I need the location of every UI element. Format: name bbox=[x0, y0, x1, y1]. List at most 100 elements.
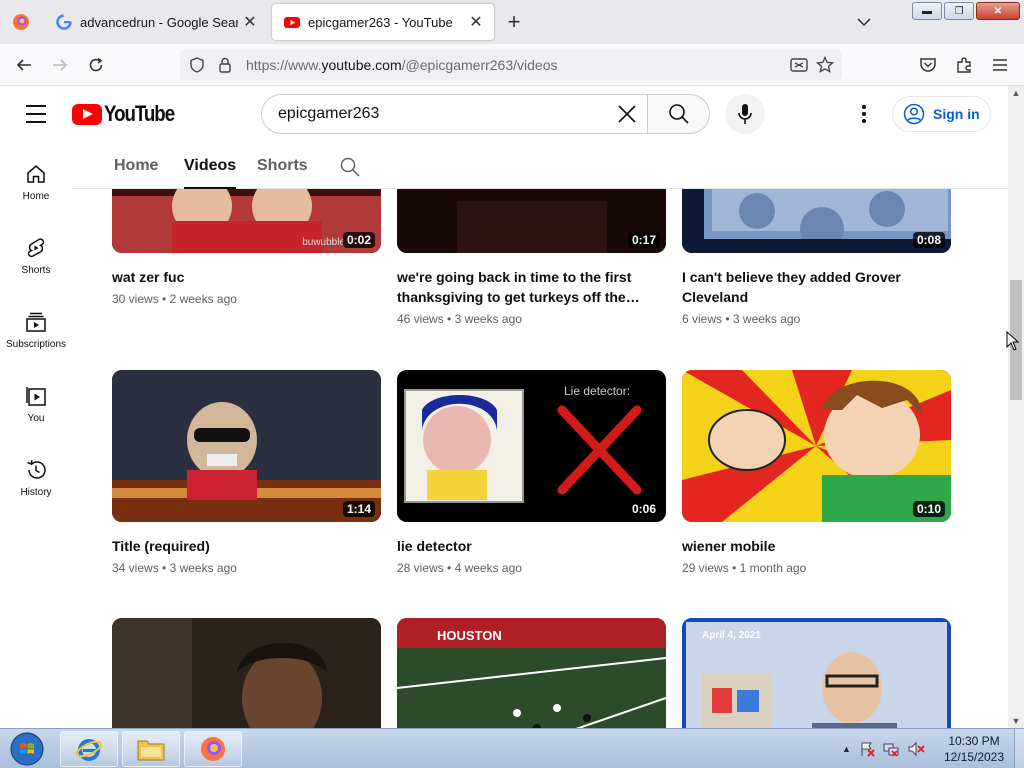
tab-youtube[interactable]: epicgamer263 - YouTube ✕ bbox=[272, 4, 494, 40]
network-icon[interactable] bbox=[883, 741, 899, 757]
video-item[interactable]: buwubble 0:02 wat zer fuc 30 views • 2 w… bbox=[112, 189, 381, 306]
search-button[interactable] bbox=[647, 94, 710, 134]
guide-item-history[interactable]: History bbox=[0, 443, 72, 517]
guide-item-subscriptions[interactable]: Subscriptions bbox=[0, 295, 72, 369]
guide-item-home[interactable]: Home bbox=[0, 147, 72, 221]
back-button[interactable] bbox=[12, 53, 36, 77]
video-title[interactable]: I can't believe they added Grover Clevel… bbox=[682, 267, 951, 307]
close-window-button[interactable]: ✕ bbox=[976, 2, 1020, 20]
video-title[interactable]: wiener mobile bbox=[682, 536, 951, 556]
video-metadata: 28 views • 4 weeks ago bbox=[397, 561, 522, 575]
video-item[interactable]: 0:08 I can't believe they added Grover C… bbox=[682, 189, 951, 326]
clock-date: 12/15/2023 bbox=[943, 750, 1005, 764]
settings-menu-button[interactable] bbox=[852, 102, 876, 126]
maximize-button[interactable]: ❐ bbox=[944, 2, 974, 20]
url-prefix: https://www. bbox=[246, 57, 322, 73]
duration-badge: 1:14 bbox=[342, 501, 375, 517]
page-scrollbar[interactable]: ▲ ▼ bbox=[1008, 86, 1024, 728]
puzzle-icon bbox=[957, 57, 971, 73]
guide-item-label: Home bbox=[22, 191, 50, 202]
video-thumbnail[interactable]: HOUSTON bbox=[397, 618, 666, 728]
video-thumbnail[interactable]: 1:14 bbox=[112, 370, 381, 522]
video-item[interactable]: 0:17 we're going back in time to the fir… bbox=[397, 189, 666, 326]
start-button[interactable] bbox=[4, 731, 50, 767]
video-thumbnail[interactable]: April 4, 2021 bbox=[682, 618, 951, 728]
new-tab-button[interactable]: + bbox=[502, 9, 526, 34]
firefox-icon bbox=[201, 737, 225, 761]
view-count: 34 views bbox=[112, 561, 159, 575]
minimize-button[interactable]: ▬ bbox=[912, 2, 942, 20]
show-desktop-button[interactable] bbox=[1014, 729, 1024, 768]
voice-search-button[interactable] bbox=[725, 94, 765, 134]
view-count: 6 views bbox=[682, 312, 723, 326]
video-thumbnail[interactable]: 0:08 bbox=[682, 189, 951, 253]
scroll-down-arrow-icon[interactable]: ▼ bbox=[1011, 716, 1021, 726]
video-item[interactable] bbox=[112, 618, 381, 728]
tab-home[interactable]: Home bbox=[114, 157, 158, 189]
taskbar-file-explorer[interactable] bbox=[122, 731, 180, 767]
sign-in-button[interactable]: Sign in bbox=[892, 96, 991, 132]
tracking-protection-shield-icon[interactable] bbox=[186, 54, 208, 76]
youtube-logo-text: YouTube bbox=[104, 101, 175, 126]
taskbar-firefox[interactable] bbox=[184, 731, 242, 767]
guide-item-label: Shorts bbox=[21, 265, 51, 276]
tab-shorts[interactable]: Shorts bbox=[257, 157, 308, 189]
app-menu-button[interactable] bbox=[988, 53, 1012, 77]
system-clock[interactable]: 10:30 PM 12/15/2023 bbox=[936, 733, 1012, 765]
view-count: 29 views bbox=[682, 561, 729, 575]
guide-item-shorts[interactable]: Shorts bbox=[0, 221, 72, 295]
home-icon bbox=[27, 165, 45, 183]
tab-videos[interactable]: Videos bbox=[184, 157, 237, 189]
video-thumbnail[interactable] bbox=[112, 618, 381, 728]
taskbar-internet-explorer[interactable] bbox=[60, 731, 118, 767]
video-thumbnail[interactable]: buwubble 0:02 bbox=[112, 189, 381, 253]
search-input[interactable]: epicgamer263 bbox=[261, 94, 647, 134]
close-tab-button[interactable]: ✕ bbox=[464, 10, 488, 34]
video-item[interactable]: Lie detector: 0:06 lie detector 28 views… bbox=[397, 370, 666, 575]
video-item[interactable]: April 4, 2021 bbox=[682, 618, 951, 728]
view-count: 46 views bbox=[397, 312, 444, 326]
video-title[interactable]: lie detector bbox=[397, 536, 666, 556]
volume-muted-icon[interactable] bbox=[907, 741, 925, 757]
video-thumbnail[interactable]: 0:17 bbox=[397, 189, 666, 253]
close-icon bbox=[618, 105, 636, 123]
video-title[interactable]: we're going back in time to the first th… bbox=[397, 267, 666, 307]
bookmark-star-icon[interactable] bbox=[814, 54, 836, 76]
video-thumbnail[interactable]: Lie detector: 0:06 bbox=[397, 370, 666, 522]
video-title[interactable]: Title (required) bbox=[112, 536, 381, 556]
scroll-up-arrow-icon[interactable]: ▲ bbox=[1011, 88, 1021, 98]
show-hidden-icons-icon[interactable]: ▲ bbox=[842, 744, 851, 754]
reader-view-icon[interactable] bbox=[788, 54, 810, 76]
video-thumbnail[interactable]: 0:10 bbox=[682, 370, 951, 522]
forward-button[interactable] bbox=[48, 53, 72, 77]
windows-taskbar: ▲ 10:30 PM 12/15/2023 bbox=[0, 728, 1024, 768]
clear-search-button[interactable] bbox=[607, 95, 647, 133]
reload-button[interactable] bbox=[84, 53, 108, 77]
video-title[interactable]: wat zer fuc bbox=[112, 267, 381, 287]
video-metadata: 29 views • 1 month ago bbox=[682, 561, 807, 575]
channel-search-icon[interactable] bbox=[338, 155, 362, 179]
guide-item-you[interactable]: You bbox=[0, 369, 72, 443]
search-input-value: epicgamer263 bbox=[278, 105, 380, 122]
tab-google-search[interactable]: advancedrun - Google Search ✕ bbox=[44, 4, 268, 40]
close-tab-button[interactable]: ✕ bbox=[238, 10, 262, 34]
upload-age: 2 weeks ago bbox=[169, 292, 237, 306]
guide-menu-button[interactable] bbox=[24, 102, 48, 126]
upload-age: 3 weeks ago bbox=[169, 561, 237, 575]
video-item[interactable]: 0:10 wiener mobile 29 views • 1 month ag… bbox=[682, 370, 951, 575]
youtube-logo[interactable]: YouTube bbox=[72, 101, 186, 127]
extensions-button[interactable] bbox=[952, 53, 976, 77]
firefox-view-button[interactable] bbox=[0, 0, 42, 44]
more-vert-icon bbox=[862, 105, 866, 123]
guide-item-label: History bbox=[20, 487, 52, 498]
video-item[interactable]: HOUSTON bbox=[397, 618, 666, 728]
pocket-button[interactable] bbox=[916, 53, 940, 77]
video-item[interactable]: 1:14 Title (required) 34 views • 3 weeks… bbox=[112, 370, 381, 575]
duration-badge: 0:06 bbox=[627, 501, 660, 517]
lock-icon[interactable] bbox=[214, 54, 236, 76]
url-domain: youtube.com bbox=[321, 57, 402, 73]
list-all-tabs-button[interactable] bbox=[852, 12, 876, 32]
address-bar[interactable]: https://www.youtube.com/@epicgamerr263/v… bbox=[180, 50, 842, 80]
reload-icon bbox=[89, 57, 103, 72]
action-center-flag-icon[interactable] bbox=[859, 741, 875, 757]
